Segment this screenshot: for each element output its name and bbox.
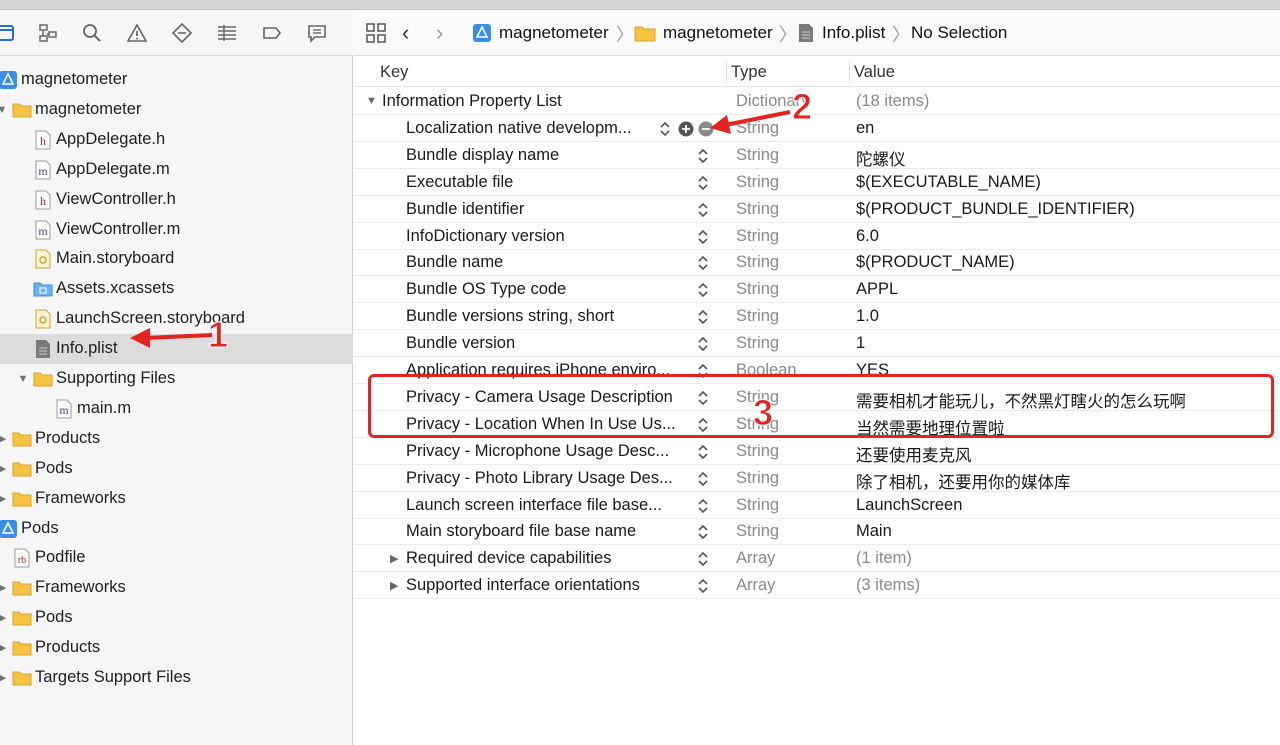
annotation-number-1: 1 (207, 314, 229, 356)
annotation-number-2: 2 (791, 86, 813, 128)
annotation-arrows (130, 110, 791, 348)
annotation-number-3: 3 (752, 392, 774, 434)
